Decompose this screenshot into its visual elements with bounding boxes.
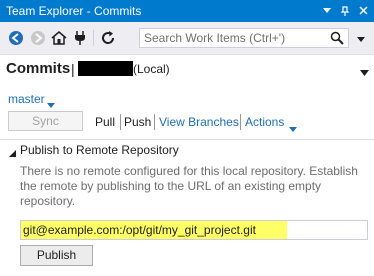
action-separator bbox=[240, 114, 241, 130]
search-input[interactable] bbox=[140, 29, 326, 47]
title-bar: Team Explorer - Commits bbox=[0, 0, 374, 22]
toolbar bbox=[0, 22, 374, 55]
window-title: Team Explorer - Commits bbox=[6, 4, 142, 18]
actions-menu-link[interactable]: Actions bbox=[245, 115, 284, 129]
toolbar-overflow-icon[interactable] bbox=[356, 33, 366, 43]
branch-selector[interactable]: master bbox=[8, 92, 45, 106]
title-separator: | bbox=[71, 61, 75, 77]
close-icon[interactable] bbox=[356, 3, 370, 18]
page-title: Commits bbox=[6, 60, 71, 77]
dropdown-arrow-icon[interactable] bbox=[320, 3, 334, 18]
toolbar-separator bbox=[93, 30, 94, 46]
refresh-icon[interactable] bbox=[100, 30, 116, 46]
publish-button[interactable]: Publish bbox=[20, 245, 93, 266]
page-header: Commits | (Local) bbox=[0, 56, 374, 82]
view-branches-link[interactable]: View Branches bbox=[159, 115, 239, 129]
repo-name-redacted bbox=[78, 61, 133, 76]
branch-dropdown-arrow-icon[interactable] bbox=[47, 97, 55, 108]
search-box bbox=[139, 28, 349, 48]
push-link[interactable]: Push bbox=[124, 115, 151, 129]
repo-local-label: (Local) bbox=[133, 62, 170, 76]
back-icon[interactable] bbox=[8, 30, 24, 46]
actions-dropdown-arrow-icon[interactable] bbox=[289, 121, 297, 132]
section-divider bbox=[0, 139, 374, 140]
page-menu-arrow-icon[interactable] bbox=[360, 65, 369, 76]
search-icon[interactable] bbox=[330, 31, 346, 45]
home-icon[interactable] bbox=[51, 30, 67, 46]
remote-url-input[interactable] bbox=[21, 221, 367, 239]
publish-section-description: There is no remote configured for this l… bbox=[20, 164, 358, 208]
action-separator bbox=[154, 114, 155, 130]
collapse-arrow-icon[interactable] bbox=[8, 146, 16, 157]
pin-icon[interactable] bbox=[338, 3, 352, 18]
pull-link[interactable]: Pull bbox=[95, 115, 115, 129]
publish-section-title[interactable]: Publish to Remote Repository bbox=[20, 143, 179, 157]
remote-url-field bbox=[20, 220, 368, 240]
forward-icon[interactable] bbox=[30, 30, 46, 46]
action-separator bbox=[120, 114, 121, 130]
sync-button[interactable]: Sync bbox=[8, 111, 83, 131]
plug-icon[interactable] bbox=[72, 30, 88, 46]
